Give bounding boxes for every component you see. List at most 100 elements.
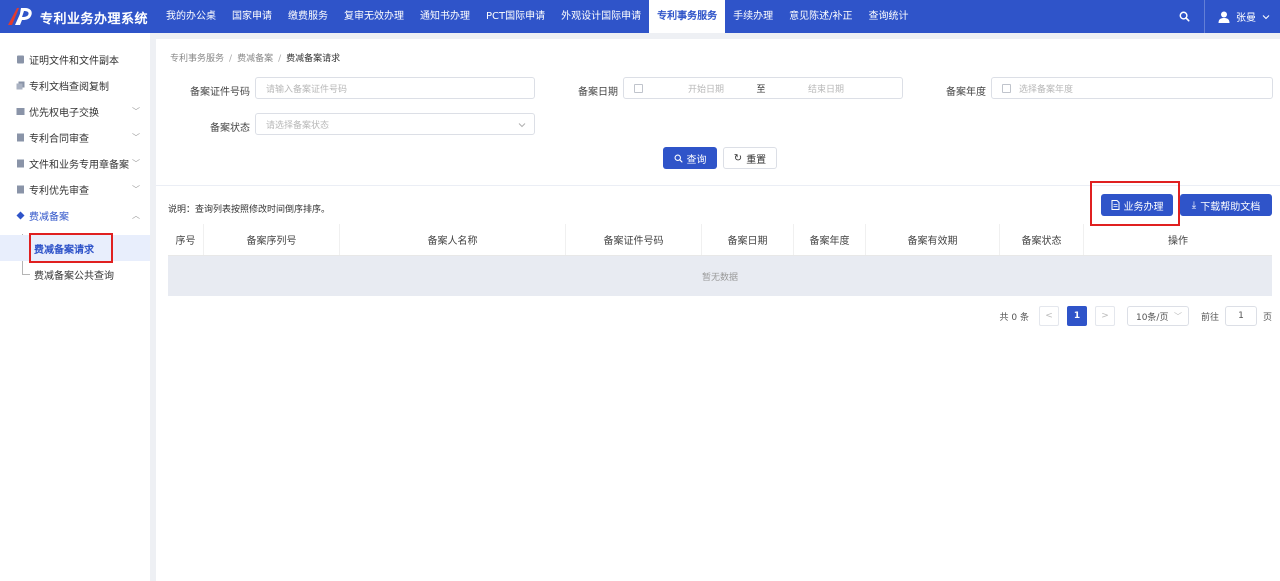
- chevron-up-icon: ︿: [132, 211, 140, 220]
- pagination: 共 0 条 < 1 > 10条/页 ﹀ 前往 1 页: [1000, 305, 1272, 327]
- exchange-icon: [16, 107, 25, 116]
- app-title: 专利业务办理系统: [40, 11, 149, 27]
- filing-status-placeholder: 请选择备案状态: [266, 120, 330, 131]
- sidebar-item-document-copy[interactable]: 专利文档查阅复制: [0, 72, 150, 98]
- chevron-down-icon: ﹀: [132, 185, 140, 194]
- filing-status-label: 备案状态: [210, 123, 250, 134]
- sidebar-subitem-fee-reduction-query[interactable]: 费减备案公共查询: [0, 261, 150, 287]
- breadcrumb-item[interactable]: 费减备案: [237, 54, 273, 64]
- sidebar-subitem-label: 费减备案公共查询: [34, 270, 114, 282]
- sidebar-item-fee-reduction[interactable]: 费减备案 ︿: [0, 202, 150, 228]
- chevron-left-icon: <: [1045, 311, 1053, 321]
- reset-button-label: 重置: [746, 154, 767, 166]
- filing-table: 序号 备案序列号 备案人名称 备案证件号码 备案日期 备案年度 备案有效期 备案…: [168, 224, 1272, 296]
- sidebar-item-label: 专利文档查阅复制: [29, 81, 109, 93]
- sidebar-item-label: 费减备案: [29, 211, 69, 223]
- sidebar-item-label: 专利优先审查: [29, 185, 89, 197]
- column-header-actions: 操作: [1168, 236, 1188, 247]
- column-header-applicant: 备案人名称: [340, 224, 566, 255]
- download-icon: ⤓: [1191, 199, 1197, 211]
- goto-page-value: 1: [1238, 311, 1244, 321]
- chevron-down-icon: [518, 123, 526, 128]
- user-avatar-icon: [1218, 11, 1230, 23]
- sidebar-item-contract-review[interactable]: 专利合同审查 ﹀: [0, 124, 150, 150]
- cert-number-input[interactable]: 请输入备案证件号码: [255, 77, 535, 99]
- nav-design-intl[interactable]: 外观设计国际申请: [553, 0, 649, 33]
- column-header-serial: 备案序列号: [204, 224, 340, 255]
- sidebar-item-certificates[interactable]: 证明文件和文件副本: [0, 46, 150, 72]
- main-nav: 我的办公桌 国家申请 缴费服务 复审无效办理 通知书办理 PCT国际申请 外观设…: [158, 0, 917, 33]
- sidebar-item-priority-exchange[interactable]: 优先权电子交换 ﹀: [0, 98, 150, 124]
- next-page-button[interactable]: >: [1094, 306, 1115, 326]
- pagination-total: 共 0 条: [999, 312, 1029, 323]
- page-size-select[interactable]: 10条/页 ﹀: [1126, 306, 1189, 326]
- app-logo[interactable]: 专利业务办理系统: [6, 4, 148, 30]
- sidebar: 证明文件和文件副本 专利文档查阅复制 优先权电子交换 ﹀ 专利合同审查 ﹀ 文件…: [0, 33, 150, 581]
- goto-label: 前往: [1200, 312, 1219, 323]
- column-header-index: 序号: [168, 224, 204, 255]
- seal-icon: [16, 159, 25, 168]
- calendar-icon: [1002, 83, 1011, 93]
- refresh-icon: ↻: [733, 152, 743, 164]
- empty-text: 暂无数据: [701, 272, 738, 283]
- chevron-down-icon: ﹀: [132, 159, 140, 168]
- cert-number-label: 备案证件号码: [190, 87, 250, 98]
- chevron-down-icon: [1262, 14, 1270, 19]
- breadcrumb-current: 费减备案请求: [286, 54, 341, 64]
- nav-fee-service[interactable]: 缴费服务: [280, 0, 336, 33]
- logo-mark-icon: [6, 5, 34, 29]
- download-help-label: 下载帮助文档: [1200, 201, 1261, 213]
- top-right-tools: 张曼: [1172, 0, 1280, 33]
- nav-patent-affairs[interactable]: 专利事务服务: [649, 0, 726, 33]
- column-header-date: 备案日期: [702, 224, 794, 255]
- date-start-placeholder: 开始日期: [687, 84, 724, 95]
- nav-pct[interactable]: PCT国际申请: [478, 0, 553, 33]
- nav-notices[interactable]: 通知书办理: [412, 0, 478, 33]
- calendar-icon: [634, 83, 643, 93]
- prev-page-button[interactable]: <: [1038, 306, 1059, 326]
- column-header-year: 备案年度: [794, 224, 866, 255]
- list-note: 说明：查询列表按照修改时间倒序排序。: [168, 205, 331, 215]
- highlight-box: [1090, 181, 1180, 226]
- date-end-placeholder: 结束日期: [807, 84, 844, 95]
- document-icon: [16, 55, 25, 64]
- reset-button[interactable]: ↻ 重置: [723, 147, 777, 169]
- filing-year-input[interactable]: 选择备案年度: [991, 77, 1273, 99]
- nav-my-desk[interactable]: 我的办公桌: [158, 0, 224, 33]
- global-search-button[interactable]: [1172, 0, 1196, 33]
- breadcrumb-item[interactable]: 专利事务服务: [170, 54, 224, 64]
- top-bar: 专利业务办理系统 我的办公桌 国家申请 缴费服务 复审无效办理 通知书办理 PC…: [0, 0, 1280, 33]
- search-icon: [674, 154, 683, 163]
- sidebar-item-priority-examination[interactable]: 专利优先审查 ﹀: [0, 176, 150, 202]
- search-icon: [1179, 11, 1190, 22]
- breadcrumb-separator: /: [229, 54, 233, 64]
- user-name: 张曼: [1236, 13, 1256, 24]
- breadcrumb-separator: /: [278, 54, 282, 64]
- nav-opinion[interactable]: 意见陈述/补正: [781, 0, 860, 33]
- page-size-value: 10条/页: [1135, 312, 1169, 323]
- query-button[interactable]: 查询: [663, 147, 717, 169]
- breadcrumb: 专利事务服务 / 费减备案 / 费减备案请求: [170, 51, 340, 64]
- filing-date-range[interactable]: 开始日期 至 结束日期: [623, 77, 903, 99]
- filing-date-label: 备案日期: [578, 87, 618, 98]
- cert-number-placeholder: 请输入备案证件号码: [266, 84, 348, 95]
- sidebar-item-seal-filing[interactable]: 文件和业务专用章备案 ﹀: [0, 150, 150, 176]
- sidebar-item-label: 文件和业务专用章备案: [29, 159, 129, 171]
- nav-procedures[interactable]: 手续办理: [725, 0, 781, 33]
- nav-national-application[interactable]: 国家申请: [224, 0, 280, 33]
- user-menu[interactable]: 张曼: [1204, 0, 1280, 33]
- goto-page-input[interactable]: 1: [1224, 306, 1257, 326]
- contract-icon: [16, 133, 25, 142]
- query-button-label: 查询: [686, 154, 707, 166]
- column-header-cert-number: 备案证件号码: [566, 224, 702, 255]
- download-help-button[interactable]: ⤓ 下载帮助文档: [1180, 194, 1272, 216]
- page-number-current[interactable]: 1: [1066, 306, 1087, 326]
- filing-year-placeholder: 选择备案年度: [1019, 84, 1074, 95]
- nav-reexamination[interactable]: 复审无效办理: [336, 0, 412, 33]
- nav-statistics[interactable]: 查询统计: [861, 0, 917, 33]
- filing-status-select[interactable]: 请选择备案状态: [255, 113, 535, 135]
- chevron-down-icon: ﹀: [1173, 311, 1182, 321]
- fee-reduction-icon: [16, 211, 25, 220]
- page-unit-label: 页: [1262, 312, 1272, 323]
- copy-icon: [16, 81, 25, 90]
